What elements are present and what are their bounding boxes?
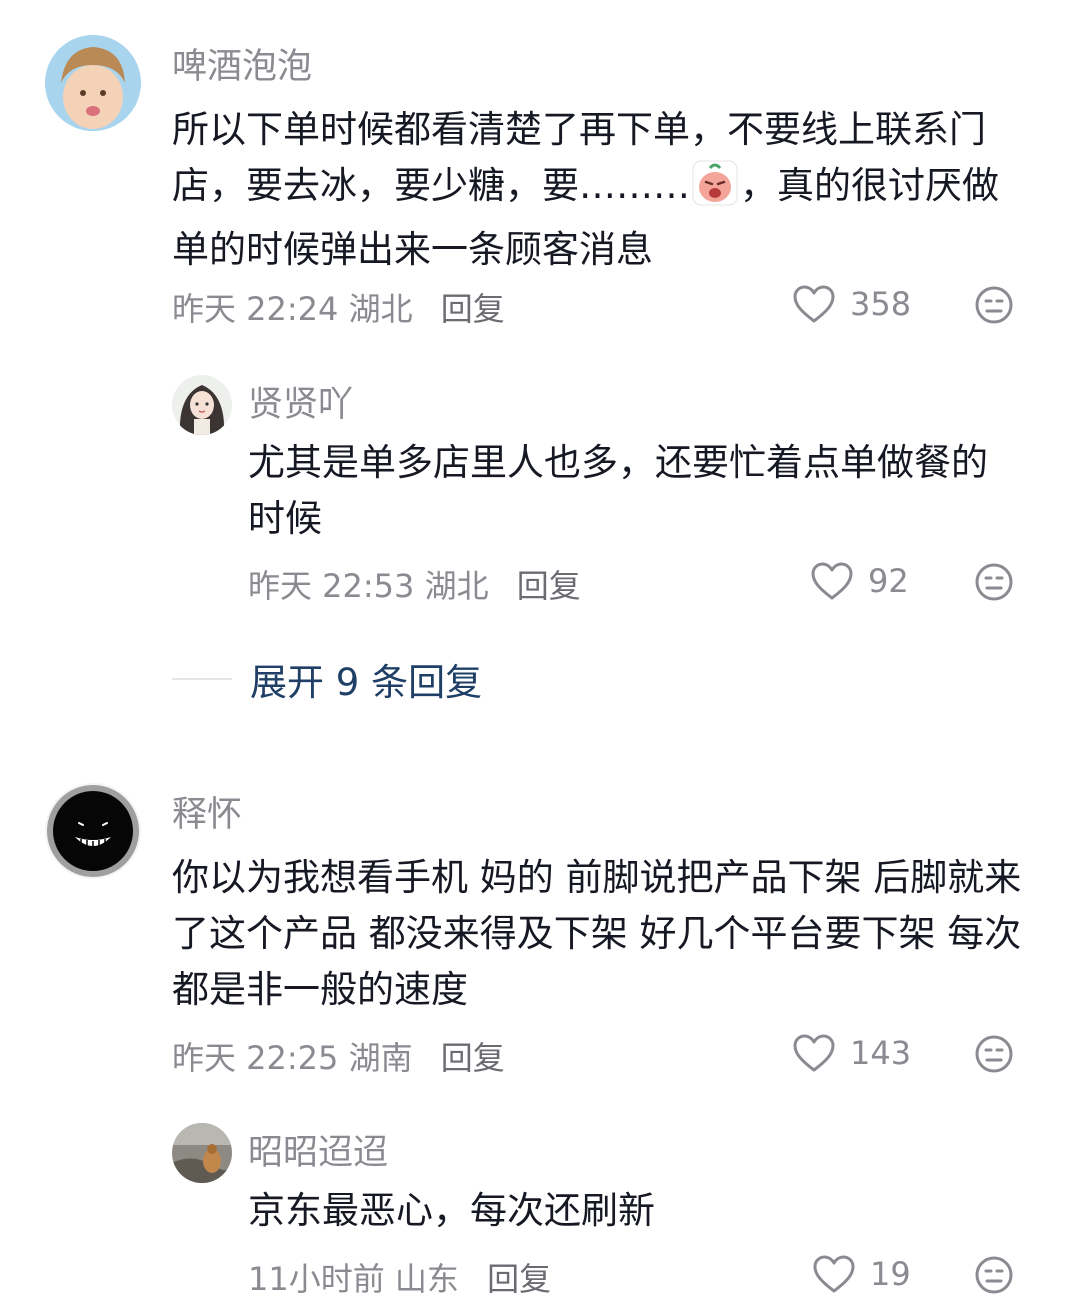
comment-text: 尤其是单多店里人也多，还要忙着点单做餐的时候 (248, 441, 988, 540)
comment-time: 昨天 22:25 (172, 1039, 339, 1077)
commenter-name[interactable]: 啤酒泡泡 (172, 38, 312, 89)
expand-replies-button[interactable]: 展开 9 条回复 (172, 652, 482, 706)
reply-button[interactable]: 回复 (487, 1260, 551, 1298)
comment-location: 山东 (394, 1260, 459, 1298)
comment-meta: 昨天 22:24 湖北 回复 (172, 284, 505, 330)
divider (172, 678, 232, 680)
comment-meta: 昨天 22:53 湖北 回复 (248, 561, 581, 607)
heart-outline-icon (813, 1255, 855, 1293)
commenter-name[interactable]: 昭昭迢迢 (248, 1124, 388, 1175)
avatar[interactable] (45, 783, 141, 879)
meh-face-icon (975, 563, 1013, 601)
avatar[interactable] (172, 1123, 232, 1183)
comment-meta: 11小时前 山东 回复 (248, 1254, 551, 1300)
like-count: 143 (850, 1034, 912, 1072)
commenter-name[interactable]: 释怀 (172, 786, 242, 837)
like-count: 19 (870, 1255, 911, 1293)
comment-time: 11小时前 (248, 1260, 385, 1298)
comment-meta: 昨天 22:25 湖南 回复 (172, 1033, 505, 1079)
like-count: 358 (850, 285, 912, 323)
comment-text: 你以为我想看手机 妈的 前脚说把产品下架 后脚就来了这个产品 都没来得及下架 好… (172, 856, 1022, 1011)
reply-button[interactable]: 回复 (441, 290, 505, 328)
avatar[interactable] (172, 375, 232, 435)
expand-replies-label: 展开 9 条回复 (250, 661, 483, 704)
comment-time: 昨天 22:24 (172, 290, 339, 328)
heart-outline-icon (793, 1034, 835, 1072)
heart-outline-icon (793, 285, 835, 323)
reply-button[interactable]: 回复 (441, 1039, 505, 1077)
dislike-button[interactable] (974, 285, 1014, 329)
like-count: 92 (868, 562, 909, 600)
dislike-button[interactable] (974, 562, 1014, 606)
meh-face-icon (975, 1256, 1013, 1294)
commenter-name[interactable]: 贤贤吖 (248, 376, 353, 427)
like-button[interactable]: 92 (810, 561, 909, 601)
meh-face-icon (975, 1035, 1013, 1073)
comment-time: 昨天 22:53 (248, 567, 415, 605)
like-button[interactable]: 358 (792, 284, 911, 324)
meh-face-icon (975, 286, 1013, 324)
comment-text: 所以下单时候都看清楚了再下单，不要线上联系门店，要去冰，要少糖，要……… ，真的… (172, 102, 1032, 278)
crying-face-sticker-icon (692, 160, 738, 222)
avatar[interactable] (45, 35, 141, 131)
comment-location: 湖北 (348, 290, 413, 328)
like-button[interactable]: 143 (792, 1033, 911, 1073)
dislike-button[interactable] (974, 1255, 1014, 1299)
dislike-button[interactable] (974, 1034, 1014, 1078)
comment-text: 京东最恶心，每次还刷新 (248, 1189, 655, 1232)
heart-outline-icon (811, 562, 853, 600)
comment-location: 湖南 (348, 1039, 413, 1077)
reply-button[interactable]: 回复 (517, 567, 581, 605)
comment-location: 湖北 (424, 567, 489, 605)
like-button[interactable]: 19 (812, 1254, 911, 1294)
